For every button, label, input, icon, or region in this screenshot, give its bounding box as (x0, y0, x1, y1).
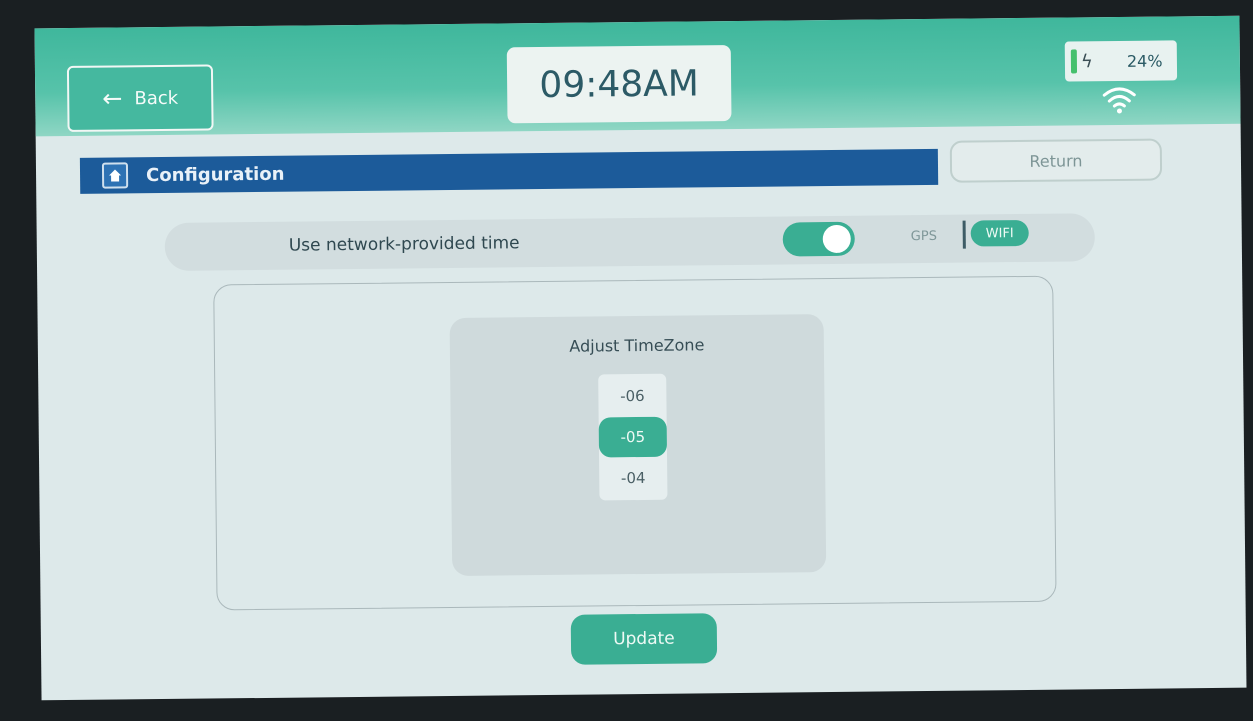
back-button[interactable]: ← Back (66, 64, 214, 132)
page-title: Configuration (145, 163, 285, 186)
top-bar: ← Back 09:48AM ϟ 24% (34, 15, 1241, 137)
clock-display: 09:48AM (506, 45, 732, 124)
network-time-toggle[interactable] (782, 221, 855, 257)
gps-option[interactable]: GPS (911, 229, 937, 244)
update-button[interactable]: Update (570, 613, 718, 665)
timezone-option-selected[interactable]: -05 (598, 416, 668, 458)
timezone-picker[interactable]: -06 -05 -04 (598, 373, 668, 501)
battery-level-fill (1070, 49, 1078, 74)
arrow-left-icon: ← (102, 84, 123, 113)
timezone-card: Adjust TimeZone -06 -05 -04 (449, 314, 827, 576)
wifi-icon (1102, 87, 1136, 114)
toggle-knob (822, 224, 851, 254)
network-time-label: Use network-provided time (288, 233, 520, 256)
section-header: Configuration (79, 148, 939, 194)
battery-indicator: ϟ 24% (1064, 40, 1178, 82)
source-divider (962, 220, 966, 249)
timezone-option[interactable]: -06 (598, 376, 666, 417)
device-screen: ← Back 09:48AM ϟ 24% Configuration Retur… (34, 15, 1247, 701)
wifi-option[interactable]: WIFI (970, 219, 1029, 247)
network-time-row: Use network-provided time GPS WIFI (164, 213, 1096, 271)
back-label: Back (134, 87, 179, 109)
timezone-title: Adjust TimeZone (569, 335, 705, 356)
return-button[interactable]: Return (949, 138, 1163, 183)
battery-charging-icon: ϟ (1070, 47, 1121, 76)
home-icon[interactable] (101, 162, 129, 189)
battery-percent: 24% (1126, 51, 1163, 71)
lightning-icon: ϟ (1080, 50, 1093, 72)
timezone-option[interactable]: -04 (599, 458, 667, 499)
